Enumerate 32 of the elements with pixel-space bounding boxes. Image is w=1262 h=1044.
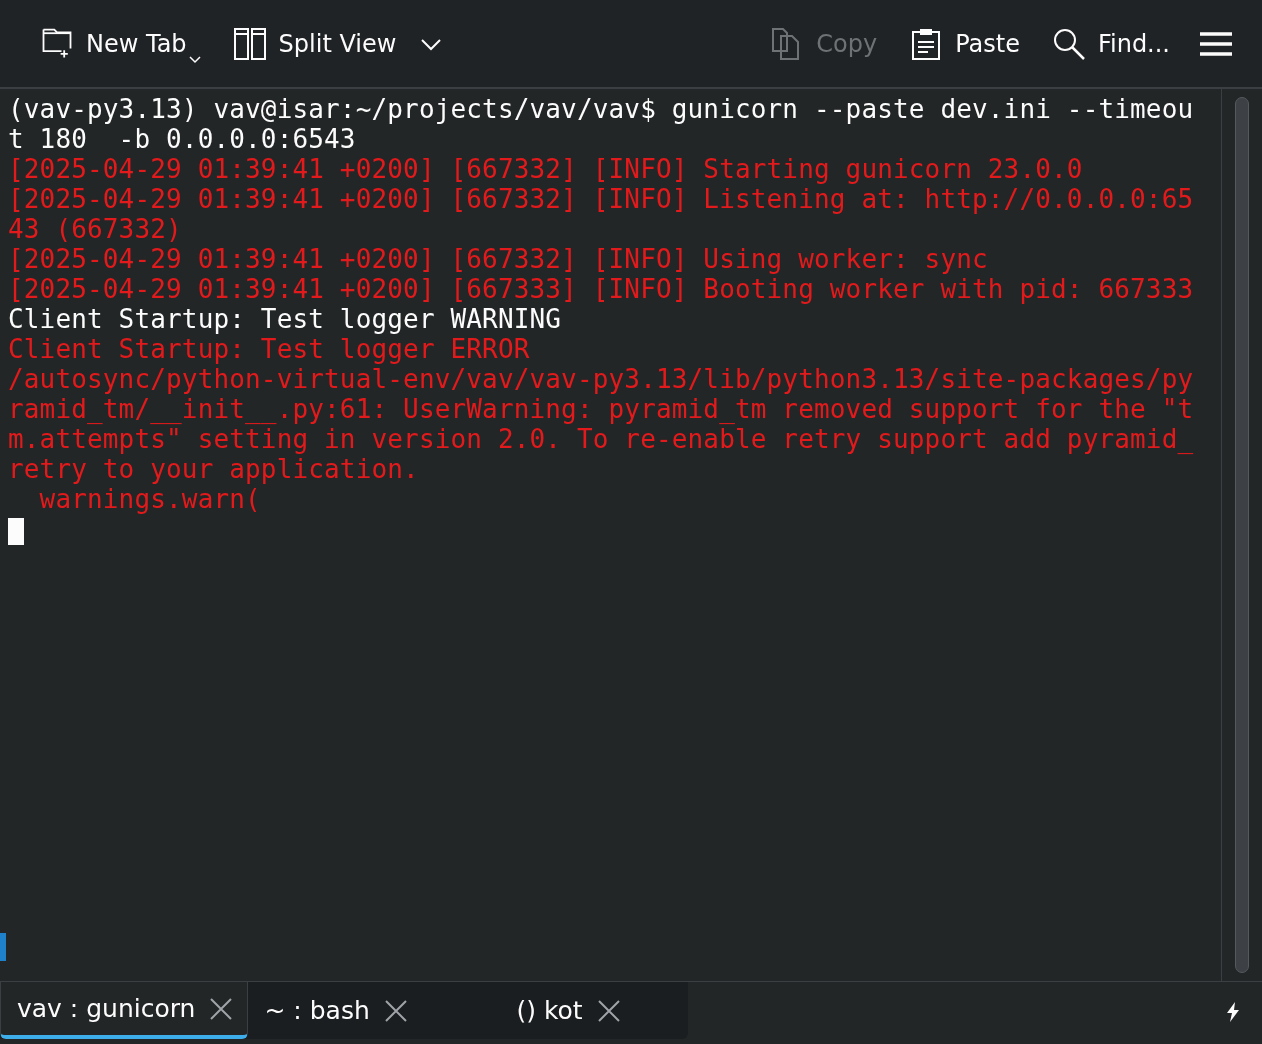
text-cursor [8, 518, 24, 545]
terminal-line: [2025-04-29 01:39:41 +0200] [667332] [INFO] Starting gunicorn 23.0.0 [7, 154, 1083, 184]
terminal-line: [2025-04-29 01:39:41 +0200] [667332] [INFO] Listening at: http://0.0.0.0:65 [7, 184, 1194, 214]
terminal-line: 43 (667332) [7, 214, 182, 244]
terminal-line: Client Startup: Test logger ERROR [7, 334, 530, 364]
close-icon[interactable] [596, 998, 621, 1023]
scroll-marker [0, 933, 6, 961]
new-tab-button[interactable]: New Tab [34, 15, 207, 72]
terminal-line: m.attempts" setting in version 2.0. To re-enable retry support add pyramid_ [7, 424, 1194, 454]
terminal-line: Client Startup: Test logger WARNING [7, 304, 562, 334]
split-view-button[interactable]: Split View [226, 15, 449, 72]
chevron-down-icon [420, 36, 443, 51]
find-button[interactable]: Find... [1045, 15, 1176, 72]
terminal-line: [2025-04-29 01:39:41 +0200] [667332] [INFO] Using worker: sync [7, 244, 988, 274]
paste-button[interactable]: Paste [903, 15, 1026, 72]
terminal-line: (vav-py3.13) vav@isar:~/projects/vav/vav$ gunicorn --paste dev.ini --timeou [7, 94, 1194, 124]
terminal-tab[interactable]: ~ : bash [248, 982, 469, 1039]
caret-icon [188, 55, 201, 64]
menu-icon [1200, 30, 1232, 57]
terminal-line: /autosync/python-virtual-env/vav/vav-py3.13/lib/python3.13/site-packages/py [7, 364, 1194, 394]
terminal-tab[interactable]: () kot [468, 982, 689, 1039]
terminal-line: retry to your application. [7, 454, 419, 484]
close-icon[interactable] [383, 998, 408, 1023]
terminal-line: ramid_tm/__init__.py:61: UserWarning: pyramid_tm removed support for the "t [7, 394, 1194, 424]
scrollbar-thumb[interactable] [1235, 97, 1249, 973]
terminal-line: t 180 -b 0.0.0.0:6543 [7, 124, 356, 154]
terminal-tab[interactable]: vav : gunicorn [0, 982, 249, 1039]
close-icon[interactable] [209, 996, 234, 1021]
split-view-icon [232, 25, 267, 62]
terminal-line: [2025-04-29 01:39:41 +0200] [667333] [INFO] Booting worker with pid: 667333 [7, 274, 1194, 304]
terminal-line: warnings.warn( [38, 484, 261, 514]
lightning-icon [1226, 1002, 1240, 1022]
